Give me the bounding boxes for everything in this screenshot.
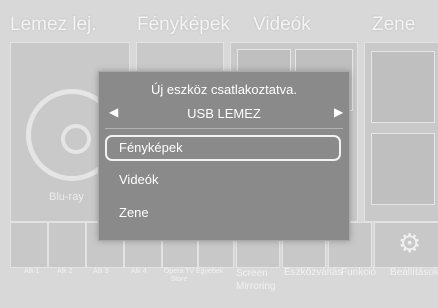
disc-type-label: Blu-ray	[49, 191, 84, 203]
opera-tv-store-label: Opera TV Store	[163, 268, 195, 283]
home-screen: Lemez lej. Fényképek Videók Zene Blu-ray…	[0, 0, 438, 308]
app-label-4: Alk 4	[131, 268, 147, 275]
settings-label: Beállítások	[390, 267, 438, 278]
option-videos[interactable]: Videók	[107, 168, 344, 192]
music-thumb	[371, 51, 435, 123]
option-music[interactable]: Zene	[107, 201, 344, 225]
screen-mirroring-label: Screen Mirroring	[236, 268, 276, 292]
menu-videos[interactable]: Videók	[253, 14, 311, 36]
option-photos[interactable]: Fényképek	[105, 135, 341, 161]
music-thumb	[371, 133, 435, 205]
new-device-dialog: Új eszköz csatlakoztatva. ◀ USB LEMEZ ▶ …	[98, 71, 350, 241]
menu-photos[interactable]: Fényképek	[137, 14, 230, 36]
device-name: USB LEMEZ	[187, 106, 261, 121]
source-switch-label: Eszközváltás	[284, 267, 343, 278]
divider	[105, 128, 343, 129]
app-label-1: Alk 1	[24, 268, 40, 275]
app-tile-1[interactable]	[10, 222, 48, 268]
home-menu-bar: Lemez lej. Fényképek Videók Zene	[0, 0, 438, 48]
function-label: Funkció	[341, 267, 377, 278]
menu-music[interactable]: Zene	[372, 14, 415, 36]
right-arrow-icon[interactable]: ▶	[334, 105, 343, 119]
app-label-2: Alk 2	[57, 268, 73, 275]
dialog-title: Új eszköz csatlakoztatva.	[151, 82, 297, 97]
more-apps-label: Egyebek	[196, 268, 224, 275]
menu-disc-eject[interactable]: Lemez lej.	[10, 14, 97, 36]
gear-icon: ⚙	[398, 228, 422, 258]
music-panel[interactable]	[364, 42, 438, 222]
app-label-3: Alk 3	[93, 268, 109, 275]
app-tile-2[interactable]	[48, 222, 86, 268]
